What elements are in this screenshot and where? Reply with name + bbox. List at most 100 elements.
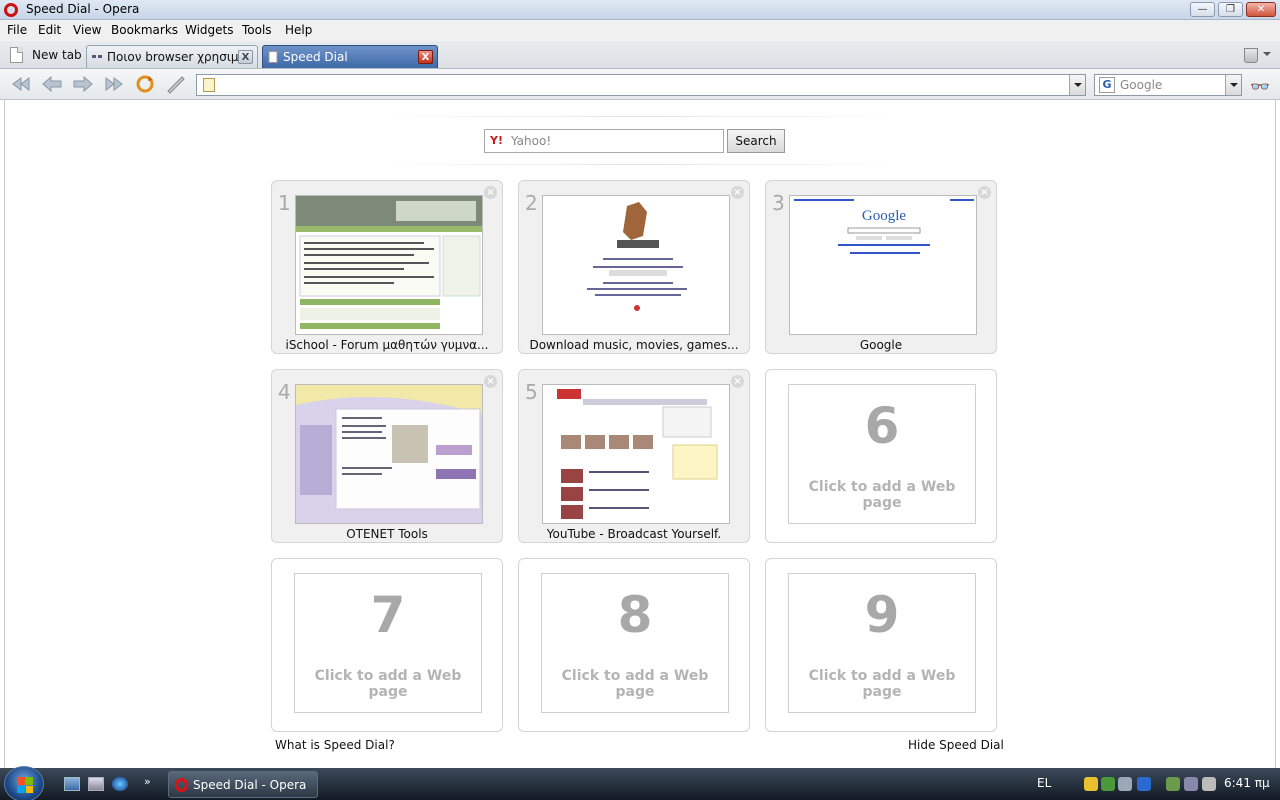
tab-label: Ποιον browser χρησιμ... [107, 50, 251, 64]
add-web-page-label: Click to add a Web page [314, 668, 462, 700]
dial-number: 3 [772, 191, 785, 215]
divider [375, 164, 905, 165]
dial-number: 5 [525, 380, 538, 404]
window-title: Speed Dial - Opera [26, 2, 140, 16]
page-favicon-icon [268, 51, 278, 63]
tab-forum[interactable]: Ποιον browser χρησιμ... X [86, 45, 258, 68]
menu-edit[interactable]: Edit [38, 23, 61, 37]
tray-power-icon[interactable] [1166, 777, 1180, 791]
chevron-right-icon[interactable]: » [144, 775, 151, 788]
new-tab-icon [10, 47, 23, 63]
dial-thumbnail: Google [789, 195, 977, 335]
show-desktop-icon[interactable] [64, 777, 80, 791]
pencil-icon [167, 76, 185, 94]
dial-number: 9 [864, 586, 900, 644]
dial-caption: OTENET Tools [346, 527, 428, 541]
opera-logo-icon [175, 778, 188, 792]
dial-caption: iSchool - Forum μαθητών γυμνα... [285, 338, 489, 352]
close-tab-icon[interactable]: X [238, 50, 253, 64]
search-engine-dropdown[interactable] [1225, 75, 1241, 95]
tab-speed-dial[interactable]: Speed Dial X [262, 45, 438, 68]
language-indicator[interactable]: EL [1037, 776, 1051, 790]
menu-file[interactable]: File [7, 23, 27, 37]
hide-speed-dial-link[interactable]: Hide Speed Dial [908, 738, 1004, 752]
yahoo-search-placeholder: Yahoo! [511, 134, 552, 148]
start-button[interactable] [4, 766, 44, 800]
edit-button[interactable] [165, 74, 187, 94]
internet-explorer-icon[interactable] [112, 777, 128, 791]
reload-button[interactable] [134, 74, 156, 94]
search-button[interactable]: Search [727, 129, 785, 153]
bluetooth-icon[interactable] [1137, 777, 1151, 791]
dial-number: 4 [278, 380, 291, 404]
speed-dial-9[interactable]: 9 Click to add a Web page [765, 558, 997, 732]
page-icon [203, 78, 215, 92]
windows-logo-icon [17, 777, 33, 793]
taskbar-item-opera[interactable]: Speed Dial - Opera [168, 771, 318, 798]
forward-arrow-icon [73, 75, 93, 93]
speed-dial-4[interactable]: 4 × OTENET Tools [271, 369, 503, 543]
menu-view[interactable]: View [73, 23, 101, 37]
minimize-button[interactable]: — [1190, 2, 1215, 17]
tray-display-icon[interactable] [1184, 777, 1198, 791]
forward-button[interactable] [72, 74, 94, 94]
speed-dial-3[interactable]: 3 × Google Google [765, 180, 997, 354]
close-dial-icon[interactable]: × [731, 375, 744, 388]
trash-icon[interactable] [1244, 48, 1258, 63]
back-button[interactable] [41, 74, 63, 94]
dial-caption: YouTube - Broadcast Yourself. [546, 527, 722, 541]
empty-dial-slot: 6 Click to add a Web page [788, 384, 976, 524]
close-dial-icon[interactable]: × [484, 186, 497, 199]
switch-windows-icon[interactable] [88, 777, 104, 791]
menu-help[interactable]: Help [285, 23, 312, 37]
close-tab-icon[interactable]: X [418, 50, 433, 64]
taskbar: » Speed Dial - Opera EL 6:41 πμ [0, 766, 1280, 800]
speed-dial-1[interactable]: 1 × iSchool - Forum μαθητών γυμνα... [271, 180, 503, 354]
tray-app-icon[interactable] [1084, 777, 1098, 791]
maximize-button[interactable]: ❐ [1218, 2, 1243, 17]
close-dial-icon[interactable]: × [731, 186, 744, 199]
dial-thumbnail [542, 195, 730, 335]
tray-user-icon[interactable] [1101, 777, 1115, 791]
speed-dial-6[interactable]: 6 Click to add a Web page [765, 369, 997, 543]
new-tab-label: New tab [32, 48, 82, 62]
speed-dial-5[interactable]: 5 × YouTube - Broadcast Yourself. [518, 369, 750, 543]
add-web-page-label: Click to add a Web page [808, 479, 956, 511]
menu-widgets[interactable]: Widgets [185, 23, 234, 37]
empty-dial-slot: 7 Click to add a Web page [294, 573, 482, 713]
divider [375, 116, 905, 117]
speed-dial-8[interactable]: 8 Click to add a Web page [518, 558, 750, 732]
speed-dial-page: Y! Yahoo! Search 1 × iSchool - Forum μαθ… [4, 100, 1276, 768]
chevron-down-icon[interactable] [1263, 52, 1271, 56]
tray-network-icon[interactable] [1118, 777, 1132, 791]
close-window-button[interactable]: ✕ [1246, 2, 1276, 17]
rewind-button[interactable] [10, 74, 32, 94]
menu-bookmarks[interactable]: Bookmarks [111, 23, 178, 37]
what-is-speed-dial-link[interactable]: What is Speed Dial? [275, 738, 395, 752]
search-engine-placeholder: Google [1120, 78, 1163, 92]
dial-thumbnail [295, 195, 483, 335]
dial-number: 2 [525, 191, 538, 215]
fast-forward-button[interactable] [103, 74, 125, 94]
address-field[interactable] [196, 74, 1086, 96]
yahoo-search-input[interactable]: Y! Yahoo! [484, 129, 724, 153]
dial-caption: Download music, movies, games... [529, 338, 739, 352]
speed-dial-2[interactable]: 2 × Download music, movies, games... [518, 180, 750, 354]
dial-number: 7 [370, 586, 406, 644]
google-icon: G [1099, 77, 1115, 93]
back-arrow-icon [42, 75, 62, 93]
reload-icon [136, 75, 154, 93]
search-engine-field[interactable]: G Google [1094, 74, 1242, 96]
close-dial-icon[interactable]: × [978, 186, 991, 199]
address-dropdown-button[interactable] [1069, 75, 1085, 95]
clock[interactable]: 6:41 πμ [1224, 776, 1270, 790]
add-web-page-label: Click to add a Web page [808, 668, 956, 700]
volume-icon[interactable] [1202, 777, 1216, 791]
opera-logo-icon [4, 3, 18, 17]
dial-caption: Google [859, 338, 903, 352]
close-dial-icon[interactable]: × [484, 375, 497, 388]
glasses-icon[interactable]: 👓 [1250, 77, 1270, 96]
speed-dial-7[interactable]: 7 Click to add a Web page [271, 558, 503, 732]
menu-tools[interactable]: Tools [242, 23, 272, 37]
empty-dial-slot: 9 Click to add a Web page [788, 573, 976, 713]
